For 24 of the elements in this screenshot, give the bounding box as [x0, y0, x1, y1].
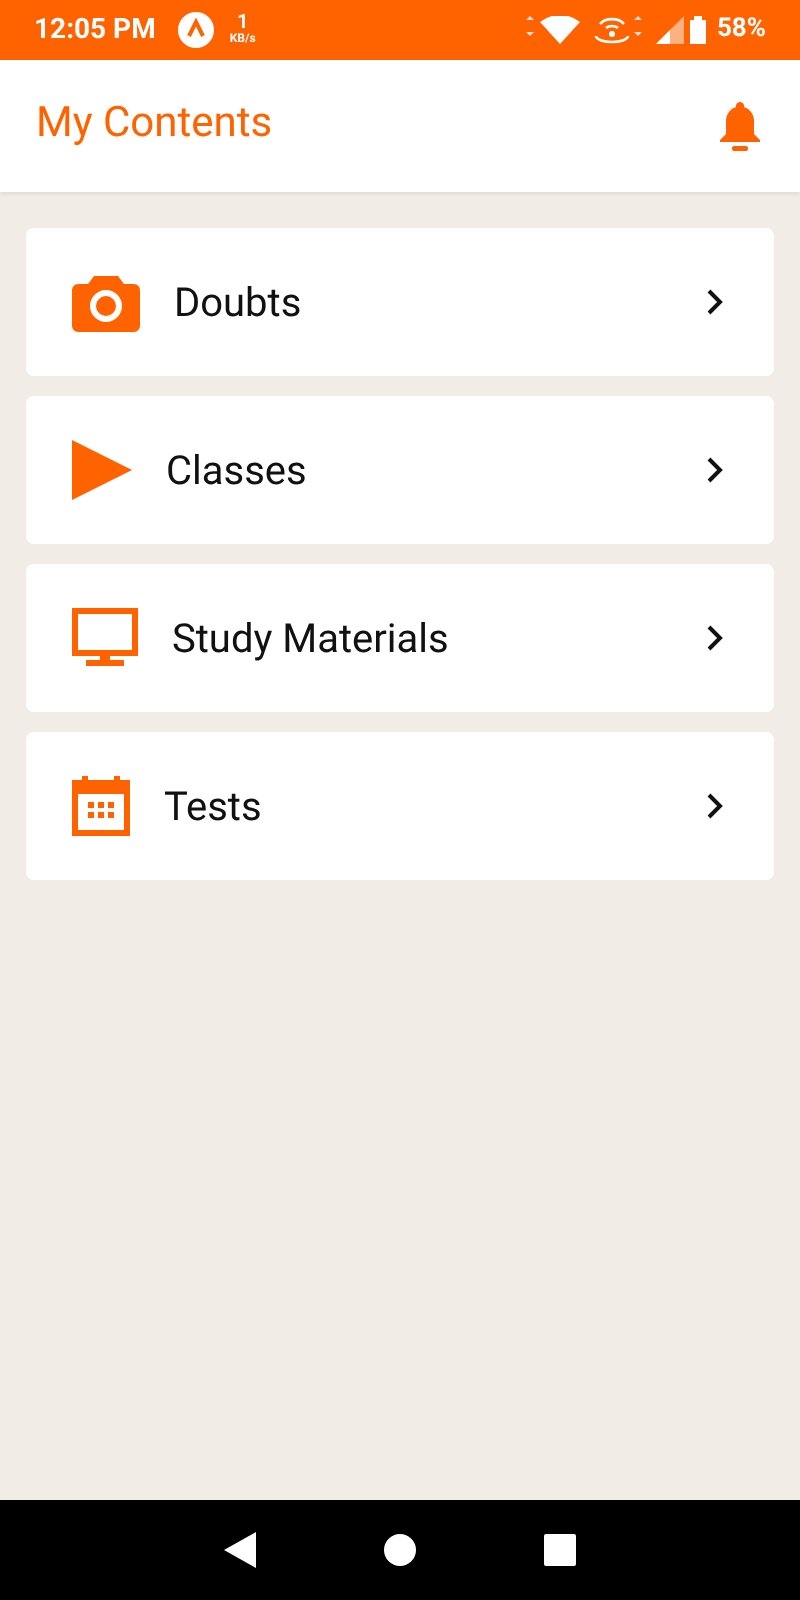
menu-card[interactable]: Tests: [26, 732, 774, 880]
menu-card[interactable]: Classes: [26, 396, 774, 544]
camera-icon: [72, 272, 140, 332]
home-button[interactable]: [384, 1534, 416, 1566]
back-button[interactable]: [224, 1532, 256, 1568]
chevron-right-icon: [706, 456, 724, 484]
chevron-right-icon: [706, 792, 724, 820]
battery-icon: [690, 16, 707, 44]
chevron-right-icon: [706, 288, 724, 316]
clock-text: 12:05 PM: [34, 11, 156, 49]
menu-card[interactable]: Study Materials: [26, 564, 774, 712]
monitor-icon: [72, 608, 138, 668]
hotspot-icon: [592, 16, 645, 44]
wifi-icon: [524, 16, 585, 44]
battery-percent: 58%: [716, 12, 766, 49]
menu-card[interactable]: Doubts: [26, 228, 774, 376]
speed-value: 1: [236, 14, 249, 34]
signal-icon: [656, 16, 685, 44]
page-title: My Contents: [36, 98, 273, 153]
notification-button[interactable]: [716, 100, 764, 152]
chevron-right-icon: [706, 624, 724, 652]
app-notification-icon: [177, 12, 214, 48]
calendar-icon: [72, 776, 130, 836]
play-icon: [72, 440, 132, 500]
